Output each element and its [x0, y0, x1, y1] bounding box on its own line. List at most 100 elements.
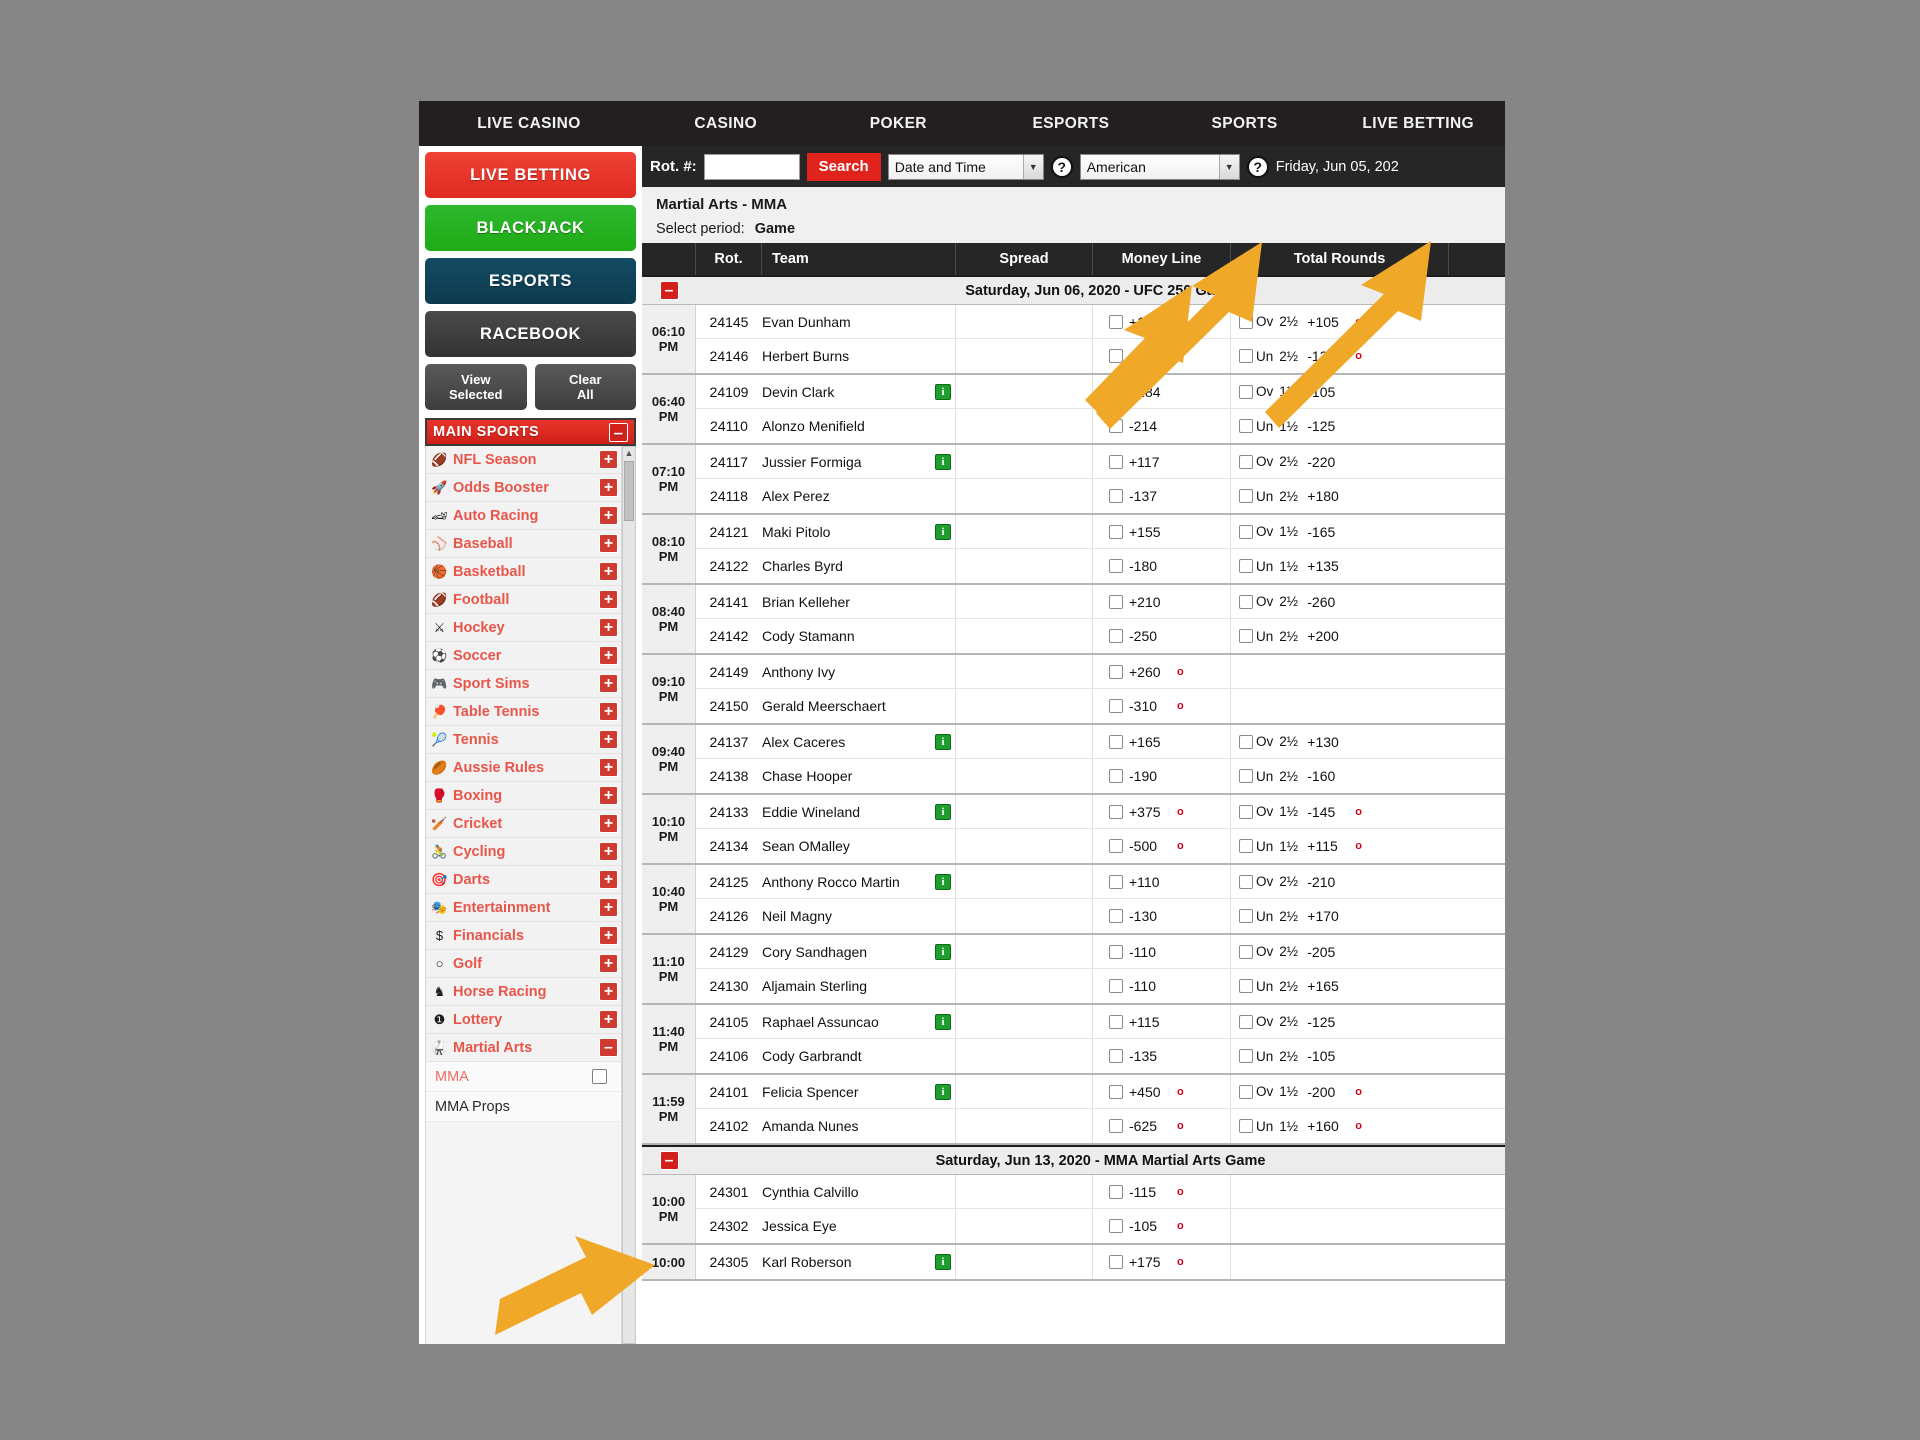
plus-icon[interactable]: +	[599, 478, 618, 497]
money-line-checkbox[interactable]	[1109, 909, 1123, 923]
plus-icon[interactable]: +	[599, 562, 618, 581]
money-line-cell[interactable]: +185 o	[1093, 305, 1231, 338]
money-line-checkbox[interactable]	[1109, 1255, 1123, 1269]
info-icon[interactable]: i	[935, 803, 951, 820]
nav-tab-live-betting[interactable]: LIVE BETTING	[1331, 115, 1505, 133]
sidebar-sport-cycling[interactable]: 🚴 Cycling +	[426, 838, 621, 866]
spread-cell[interactable]	[956, 619, 1093, 653]
info-icon[interactable]: i	[935, 733, 951, 750]
sidebar-sport-lottery[interactable]: ❶ Lottery +	[426, 1006, 621, 1034]
mma-checkbox[interactable]	[592, 1069, 607, 1084]
scrollbar-thumb[interactable]	[624, 461, 634, 521]
column-header-total-rounds[interactable]: Total Rounds	[1231, 243, 1449, 275]
plus-icon[interactable]: +	[599, 506, 618, 525]
money-line-cell[interactable]: -110o	[1093, 935, 1231, 968]
money-line-checkbox[interactable]	[1109, 1219, 1123, 1233]
total-rounds-cell[interactable]: Ov 1½ -145 o	[1231, 795, 1449, 828]
minus-icon[interactable]: –	[659, 281, 679, 300]
total-rounds-checkbox[interactable]	[1239, 874, 1253, 889]
spread-cell[interactable]	[956, 689, 1093, 723]
spread-cell[interactable]	[956, 549, 1093, 583]
chevron-down-icon[interactable]: ▼	[1218, 154, 1239, 179]
plus-icon[interactable]: +	[599, 758, 618, 777]
total-rounds-checkbox[interactable]	[1239, 804, 1253, 819]
sidebar-button-esports[interactable]: ESPORTS	[425, 258, 636, 304]
plus-icon[interactable]: +	[599, 870, 618, 889]
sidebar-button-racebook[interactable]: RACEBOOK	[425, 311, 636, 357]
scroll-up-icon[interactable]: ▲	[625, 449, 634, 458]
spread-cell[interactable]	[956, 479, 1093, 513]
sidebar-sport-entertainment[interactable]: 🎭 Entertainment +	[426, 894, 621, 922]
money-line-cell[interactable]: -180o	[1093, 549, 1231, 583]
money-line-cell[interactable]: +117o	[1093, 445, 1231, 478]
view-selected-button[interactable]: View Selected	[425, 364, 527, 410]
money-line-checkbox[interactable]	[1109, 1119, 1123, 1133]
plus-icon[interactable]: +	[599, 898, 618, 917]
total-rounds-checkbox[interactable]	[1239, 1119, 1253, 1133]
sidebar-sport-sport-sims[interactable]: 🎮 Sport Sims +	[426, 670, 621, 698]
spread-cell[interactable]	[956, 655, 1093, 688]
period-selector[interactable]: Select period: Game	[656, 216, 1491, 239]
search-button[interactable]: Search	[806, 152, 881, 181]
money-line-cell[interactable]: -250o	[1093, 619, 1231, 653]
total-rounds-checkbox[interactable]	[1239, 1084, 1253, 1099]
money-line-cell[interactable]: +450 o	[1093, 1075, 1231, 1108]
sidebar-sport-basketball[interactable]: 🏀 Basketball +	[426, 558, 621, 586]
total-rounds-cell[interactable]: Ov2½-210o	[1231, 865, 1449, 898]
money-line-checkbox[interactable]	[1109, 664, 1123, 679]
total-rounds-cell[interactable]: Un1½-125o	[1231, 409, 1449, 443]
column-header-money-line[interactable]: Money Line	[1093, 243, 1231, 275]
plus-icon[interactable]: +	[599, 954, 618, 973]
total-rounds-checkbox[interactable]	[1239, 349, 1253, 363]
total-rounds-cell[interactable]: Ov2½-205o	[1231, 935, 1449, 968]
total-rounds-checkbox[interactable]	[1239, 979, 1253, 993]
plus-icon[interactable]: +	[599, 1010, 618, 1029]
sidebar-sport-aussie-rules[interactable]: 🏉 Aussie Rules +	[426, 754, 621, 782]
rot-number-input[interactable]	[703, 153, 800, 180]
spread-cell[interactable]	[956, 445, 1093, 478]
money-line-cell[interactable]: +115o	[1093, 1005, 1231, 1038]
total-rounds-cell[interactable]: Ov 1½ -200 o	[1231, 1075, 1449, 1108]
column-header-rot[interactable]: Rot.	[696, 243, 762, 275]
spread-cell[interactable]	[956, 725, 1093, 758]
column-header-spread[interactable]: Spread	[956, 243, 1093, 275]
money-line-checkbox[interactable]	[1109, 489, 1123, 503]
money-line-cell[interactable]: +165o	[1093, 725, 1231, 758]
nav-tab-poker[interactable]: POKER	[813, 115, 985, 133]
money-line-cell[interactable]: +175 o	[1093, 1245, 1231, 1279]
total-rounds-cell[interactable]	[1231, 1209, 1449, 1243]
total-rounds-cell[interactable]: Ov2½-125o	[1231, 1005, 1449, 1038]
money-line-checkbox[interactable]	[1109, 734, 1123, 749]
spread-cell[interactable]	[956, 409, 1093, 443]
money-line-cell[interactable]: -500 o	[1093, 829, 1231, 863]
sidebar-sport-hockey[interactable]: ⚔ Hockey +	[426, 614, 621, 642]
total-rounds-checkbox[interactable]	[1239, 384, 1253, 399]
money-line-checkbox[interactable]	[1109, 839, 1123, 853]
money-line-checkbox[interactable]	[1109, 1014, 1123, 1029]
money-line-checkbox[interactable]	[1109, 699, 1123, 713]
total-rounds-cell[interactable]: Un 2½ -135 o	[1231, 339, 1449, 373]
spread-cell[interactable]	[956, 305, 1093, 338]
money-line-cell[interactable]: -190o	[1093, 759, 1231, 793]
spread-cell[interactable]	[956, 375, 1093, 408]
column-header-team[interactable]: Team	[762, 243, 956, 275]
plus-icon[interactable]: +	[599, 590, 618, 609]
total-rounds-checkbox[interactable]	[1239, 419, 1253, 433]
money-line-checkbox[interactable]	[1109, 314, 1123, 329]
money-line-cell[interactable]: -214o	[1093, 409, 1231, 443]
sidebar-subitem-mma[interactable]: MMA	[426, 1062, 621, 1092]
sidebar-subitem-mma-props[interactable]: MMA Props	[426, 1092, 621, 1122]
total-rounds-cell[interactable]: Ov2½-260o	[1231, 585, 1449, 618]
money-line-checkbox[interactable]	[1109, 559, 1123, 573]
total-rounds-cell[interactable]	[1231, 1175, 1449, 1208]
info-icon[interactable]: i	[935, 523, 951, 540]
plus-icon[interactable]: +	[599, 730, 618, 749]
total-rounds-cell[interactable]	[1231, 655, 1449, 688]
sidebar-button-blackjack[interactable]: BLACKJACK	[425, 205, 636, 251]
sort-order-select[interactable]: Date and Time ▼	[887, 153, 1044, 180]
total-rounds-checkbox[interactable]	[1239, 559, 1253, 573]
total-rounds-checkbox[interactable]	[1239, 1014, 1253, 1029]
spread-cell[interactable]	[956, 935, 1093, 968]
info-icon[interactable]: i	[935, 873, 951, 890]
spread-cell[interactable]	[956, 585, 1093, 618]
